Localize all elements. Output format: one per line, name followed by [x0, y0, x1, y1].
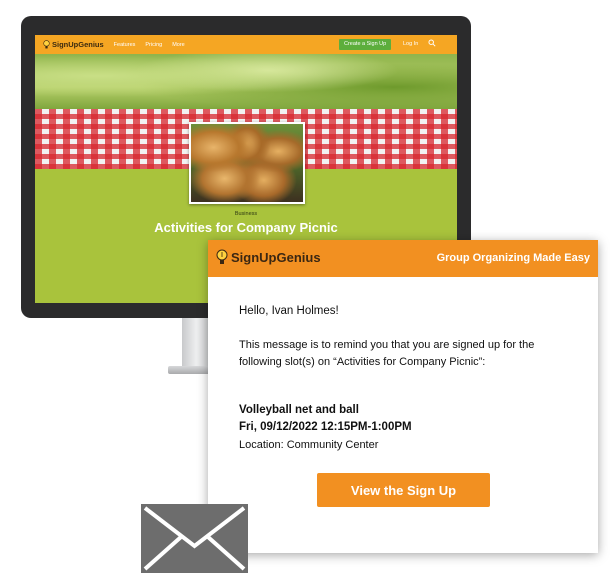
nav-link-pricing[interactable]: Pricing: [145, 42, 162, 48]
email-header: SignUpGenius Group Organizing Made Easy: [208, 240, 598, 277]
hero-background-trees: [35, 54, 457, 109]
hero-title: Activities for Company Picnic: [154, 220, 338, 235]
email-logo-text: SignUpGenius: [231, 249, 321, 265]
view-signup-button[interactable]: View the Sign Up: [317, 473, 490, 507]
site-logo-text: SignUpGenius: [52, 40, 104, 49]
envelope-icon: [141, 504, 248, 573]
sandwich-photo: [189, 122, 305, 204]
email-tagline: Group Organizing Made Easy: [436, 252, 590, 264]
slot-name: Volleyball net and ball: [239, 404, 359, 416]
nav-link-features[interactable]: Features: [114, 42, 136, 48]
nav-link-more[interactable]: More: [172, 42, 185, 48]
site-logo[interactable]: SignUpGenius: [43, 40, 104, 49]
site-navbar: SignUpGenius Features Pricing More Creat…: [35, 35, 457, 54]
hero-category: Business: [234, 211, 258, 217]
email-greeting: Hello, Ivan Holmes!: [239, 305, 339, 317]
lightbulb-icon: [43, 40, 50, 49]
lightbulb-icon: [216, 249, 228, 264]
email-message: This message is to remind you that you a…: [239, 339, 535, 368]
slot-time: Fri, 09/12/2022 12:15PM-1:00PM: [239, 421, 412, 433]
reminder-email: SignUpGenius Group Organizing Made Easy …: [208, 240, 598, 553]
email-logo: SignUpGenius: [216, 249, 321, 265]
create-signup-button[interactable]: Create a Sign Up: [339, 39, 392, 50]
search-icon[interactable]: [428, 39, 436, 47]
slot-location: Location: Community Center: [239, 439, 379, 451]
login-link[interactable]: Log In: [403, 41, 418, 47]
